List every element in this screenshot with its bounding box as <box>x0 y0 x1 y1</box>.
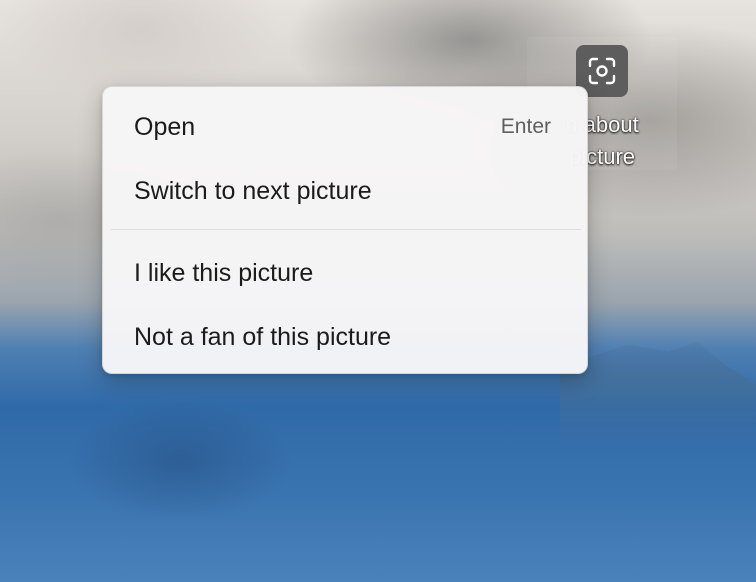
menu-separator <box>111 229 581 230</box>
menu-item-switch-to-next-picture[interactable]: Switch to next picture <box>111 163 581 219</box>
menu-item-not-a-fan[interactable]: Not a fan of this picture <box>111 309 581 365</box>
menu-item-label: Not a fan of this picture <box>134 322 392 351</box>
menu-item-like-this-picture[interactable]: I like this picture <box>111 245 581 301</box>
context-menu: Open Enter Switch to next picture I like… <box>102 86 588 374</box>
menu-item-label: Open <box>134 112 196 141</box>
menu-item-shortcut: Enter <box>500 115 551 138</box>
menu-item-label: I like this picture <box>134 258 314 287</box>
menu-item-open[interactable]: Open Enter <box>111 99 581 155</box>
menu-item-label: Switch to next picture <box>134 176 372 205</box>
